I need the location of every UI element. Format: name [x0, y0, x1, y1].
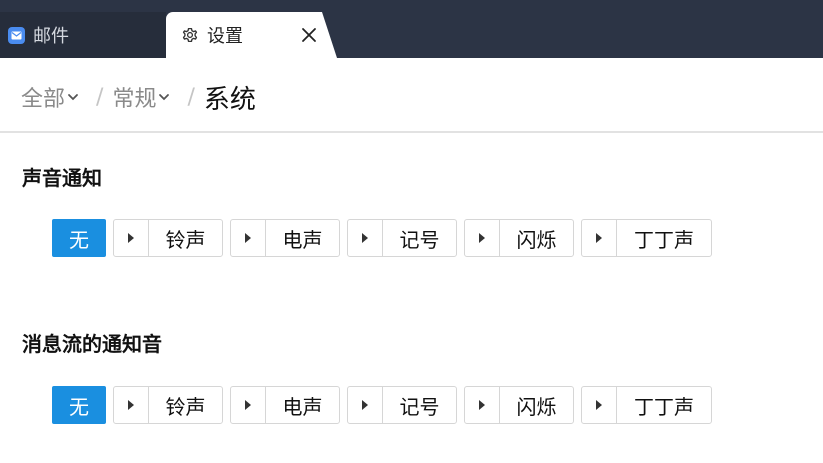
play-icon[interactable]: [582, 220, 617, 256]
play-icon[interactable]: [114, 387, 149, 423]
sound-option[interactable]: 闪烁: [464, 219, 574, 257]
tab-settings[interactable]: 设置: [166, 12, 337, 58]
breadcrumb-item-all[interactable]: 全部: [21, 81, 79, 113]
sound-option-label: 铃声: [165, 394, 206, 419]
tab-settings-label: 设置: [207, 26, 243, 47]
sound-option[interactable]: 电声: [230, 219, 340, 257]
close-icon[interactable]: [301, 27, 317, 43]
sound-option[interactable]: 铃声: [113, 386, 223, 424]
sound-option[interactable]: 丁丁声: [581, 386, 712, 424]
sound-option[interactable]: 丁丁声: [581, 219, 712, 257]
sound-option-label: 丁丁声: [634, 227, 694, 252]
gear-icon: [181, 26, 199, 44]
option-none-selected[interactable]: 无: [52, 386, 106, 424]
sound-option-label: 记号: [399, 394, 440, 419]
sound-option[interactable]: 记号: [347, 386, 457, 424]
breadcrumb-item-label: 常规: [112, 87, 157, 112]
section-title-sound-notification: 声音通知: [22, 166, 102, 190]
sound-option[interactable]: 记号: [347, 219, 457, 257]
sound-option[interactable]: 闪烁: [464, 386, 574, 424]
header-divider: [0, 131, 823, 133]
sound-option-label: 电声: [282, 227, 323, 252]
play-icon[interactable]: [114, 220, 149, 256]
tab-mail-label: 邮件: [33, 26, 69, 47]
sound-option-label: 电声: [282, 394, 323, 419]
tab-mail[interactable]: 邮件: [0, 12, 166, 58]
play-icon[interactable]: [348, 220, 383, 256]
tab-bar: 邮件 设置: [0, 0, 823, 58]
play-icon[interactable]: [231, 220, 266, 256]
sound-option-label: 记号: [399, 227, 440, 252]
sound-option[interactable]: 铃声: [113, 219, 223, 257]
mail-app-icon: [8, 26, 25, 44]
chevron-down-icon: [158, 91, 170, 103]
breadcrumb-separator: /: [187, 84, 195, 110]
play-icon[interactable]: [348, 387, 383, 423]
breadcrumb: 全部 / 常规 / 系统: [21, 78, 256, 116]
breadcrumb-current: 系统: [203, 84, 256, 115]
play-icon[interactable]: [465, 220, 500, 256]
sound-option-label: 闪烁: [516, 227, 557, 252]
option-none-selected[interactable]: 无: [52, 219, 106, 257]
sound-option-label: 铃声: [165, 227, 206, 252]
sound-option[interactable]: 电声: [230, 386, 340, 424]
sound-option-label: 丁丁声: [634, 394, 694, 419]
play-icon[interactable]: [465, 387, 500, 423]
play-icon[interactable]: [582, 387, 617, 423]
play-icon[interactable]: [231, 387, 266, 423]
breadcrumb-item-label: 全部: [21, 87, 66, 112]
breadcrumb-separator: /: [96, 84, 104, 110]
section-title-feed-notification-sound: 消息流的通知音: [22, 332, 162, 356]
sound-option-label: 闪烁: [516, 394, 557, 419]
chevron-down-icon: [67, 91, 79, 103]
breadcrumb-item-general[interactable]: 常规: [112, 81, 170, 113]
